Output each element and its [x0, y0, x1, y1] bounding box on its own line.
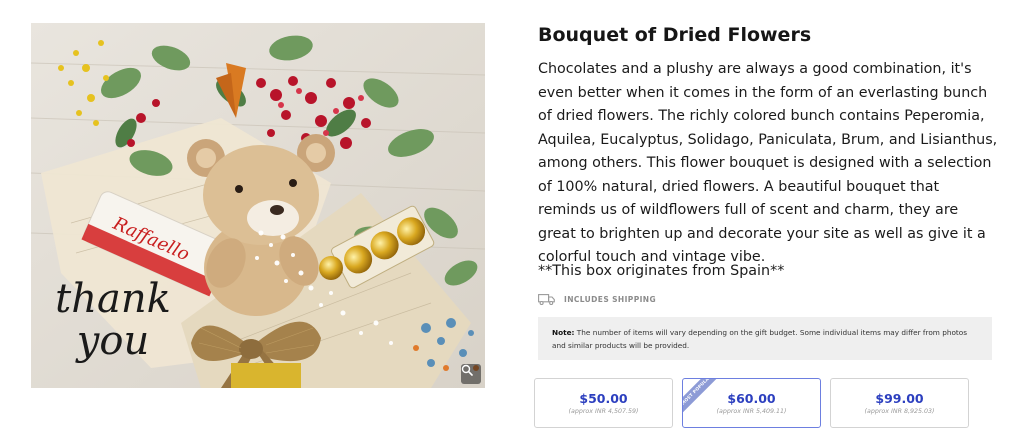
truck-icon	[538, 293, 555, 305]
price-option-50[interactable]: $50.00 (approx INR 4,507.59)	[534, 378, 673, 428]
price-approx: (approx INR 4,507.59)	[568, 408, 639, 415]
product-image[interactable]: Raffaello thank you	[31, 23, 485, 388]
price-amount: $60.00	[727, 391, 776, 406]
thank-you-script: thank you	[53, 278, 173, 362]
price-approx: (approx INR 5,409.11)	[716, 408, 787, 415]
price-amount: $50.00	[579, 391, 628, 406]
budget-note: Note: The number of items will vary depe…	[538, 317, 992, 360]
zoom-icon	[461, 364, 473, 376]
price-amount: $99.00	[875, 391, 924, 406]
thank-text: thank	[55, 276, 171, 322]
note-label: Note:	[552, 328, 575, 337]
zoom-button[interactable]	[461, 364, 481, 384]
shipping-info: INCLUDES SHIPPING	[538, 291, 656, 307]
note-text: The number of items will vary depending …	[552, 328, 968, 350]
shipping-label: INCLUDES SHIPPING	[564, 294, 657, 304]
product-title: Bouquet of Dried Flowers	[538, 24, 812, 46]
product-description: Chocolates and a plushy are always a goo…	[538, 61, 998, 265]
you-text: you	[76, 318, 150, 364]
price-option-60[interactable]: MOST POPULAR $60.00 (approx INR 5,409.11…	[682, 378, 821, 428]
price-option-99[interactable]: $99.00 (approx INR 8,925.03)	[830, 378, 969, 428]
origin-note: **This box originates from Spain**	[538, 263, 785, 279]
price-approx: (approx INR 8,925.03)	[864, 408, 935, 415]
